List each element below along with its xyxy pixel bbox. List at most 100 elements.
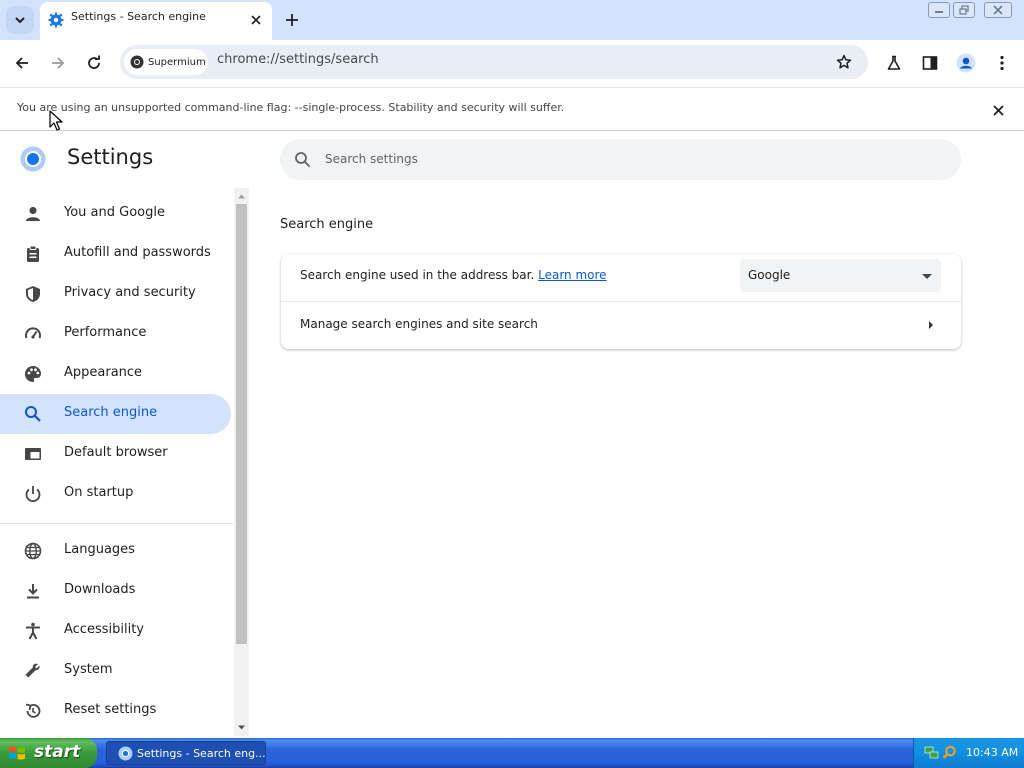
sidebar-item-system[interactable]: System — [0, 651, 231, 691]
start-label: start — [34, 742, 81, 762]
kebab-menu-icon — [1000, 55, 1004, 71]
minimize-button[interactable] — [928, 2, 950, 18]
sidebar-item-label: Performance — [64, 325, 147, 340]
sidebar-item-privacy[interactable]: Privacy and security — [0, 274, 231, 314]
mouse-cursor-icon — [49, 110, 63, 131]
plus-icon — [286, 14, 298, 26]
person-icon — [26, 206, 40, 221]
sidebar-item-label: Downloads — [64, 582, 136, 597]
new-tab-button[interactable] — [280, 8, 304, 32]
side-panel-button[interactable] — [918, 51, 942, 75]
search-engine-value: Google — [748, 268, 791, 282]
tab-close-button[interactable] — [247, 11, 265, 29]
power-icon — [25, 486, 41, 503]
flask-icon — [887, 55, 901, 70]
browser-toolbar: Supermium chrome://settings/search — [0, 40, 1024, 86]
sidebar-item-default-browser[interactable]: Default browser — [0, 434, 231, 474]
search-engine-description: Search engine used in the address bar. — [300, 268, 535, 282]
profile-button[interactable] — [954, 51, 978, 75]
avatar-icon — [956, 53, 976, 73]
labs-button[interactable] — [882, 51, 906, 75]
back-button[interactable] — [10, 51, 34, 75]
shield-icon — [26, 286, 40, 302]
section-title: Search engine — [280, 217, 374, 232]
infobar-message: You are using an unsupported command-lin… — [17, 101, 565, 114]
network-icon[interactable] — [924, 745, 939, 760]
accessibility-icon — [26, 622, 40, 640]
sidebar-scrollbar[interactable] — [234, 188, 249, 736]
sidebar-item-label: Appearance — [64, 365, 143, 380]
sidebar-item-label: On startup — [64, 485, 134, 500]
sidebar-item-reset-settings[interactable]: Reset settings — [0, 691, 231, 731]
close-icon — [251, 15, 261, 25]
url-text[interactable]: chrome://settings/search — [217, 52, 379, 67]
reload-button[interactable] — [82, 51, 106, 75]
search-engine-select[interactable]: Google — [740, 259, 941, 292]
globe-icon — [24, 542, 42, 560]
sidebar-item-autofill[interactable]: Autofill and passwords — [0, 234, 231, 274]
sidebar-item-languages[interactable]: Languages — [0, 531, 231, 571]
start-button[interactable]: start — [0, 738, 97, 768]
tab-search-button[interactable] — [6, 6, 34, 34]
sidebar-item-search-engine[interactable]: Search engine — [0, 394, 231, 434]
tab-settings[interactable]: Settings - Search engine — [40, 2, 272, 40]
search-icon[interactable] — [942, 745, 957, 760]
sidebar-item-appearance[interactable]: Appearance — [0, 354, 231, 394]
wrench-icon — [25, 663, 40, 678]
download-icon — [27, 584, 39, 599]
taskbar-item-label: Settings - Search eng... — [137, 747, 266, 760]
sidebar-item-label: Reset settings — [64, 702, 157, 717]
side-panel-icon — [922, 56, 938, 70]
sidebar-item-label: You and Google — [64, 205, 165, 220]
restore-button[interactable] — [953, 2, 975, 18]
speedometer-icon — [25, 327, 41, 339]
forward-button[interactable] — [46, 51, 70, 75]
sidebar-item-accessibility[interactable]: Accessibility — [0, 611, 231, 651]
sidebar-item-on-startup[interactable]: On startup — [0, 474, 231, 514]
manage-search-engines-row[interactable]: Manage search engines and site search — [281, 302, 961, 349]
search-icon — [25, 406, 41, 422]
scroll-up-arrow-icon[interactable] — [237, 192, 246, 201]
learn-more-link[interactable]: Learn more — [538, 268, 606, 282]
chromium-logo-icon — [130, 55, 144, 69]
sidebar-item-performance[interactable]: Performance — [0, 314, 231, 354]
chevron-down-icon — [15, 17, 25, 24]
search-engine-row-label: Search engine used in the address bar. L… — [300, 268, 607, 282]
sidebar-item-you-and-google[interactable]: You and Google — [0, 194, 231, 234]
sidebar-item-label: Autofill and passwords — [64, 245, 211, 260]
arrow-right-icon — [52, 57, 65, 69]
manage-search-engines-label: Manage search engines and site search — [300, 317, 538, 331]
window-close-button[interactable] — [984, 2, 1012, 18]
address-bar[interactable]: Supermium chrome://settings/search — [120, 45, 868, 79]
settings-search[interactable] — [280, 139, 961, 180]
search-engine-card: Search engine used in the address bar. L… — [281, 254, 961, 349]
minimize-icon — [935, 11, 943, 13]
close-icon — [992, 104, 1004, 116]
windows-logo-icon — [9, 746, 25, 760]
chromium-logo-icon — [118, 746, 133, 761]
menu-button[interactable] — [990, 51, 1014, 75]
infobar-close-button[interactable] — [988, 100, 1008, 120]
sidebar-divider — [0, 523, 233, 524]
close-icon — [993, 5, 1003, 15]
site-info-chip[interactable]: Supermium — [124, 49, 208, 75]
sidebar-item-label: Privacy and security — [64, 285, 196, 300]
clipboard-icon — [27, 245, 39, 262]
scroll-down-arrow-icon[interactable] — [237, 723, 246, 732]
taskbar: start Settings - Search eng... 10:43 AM — [0, 738, 1024, 768]
page-title: Settings — [67, 145, 154, 169]
sidebar-item-label: Accessibility — [64, 622, 144, 637]
clock: 10:43 AM — [966, 746, 1019, 759]
search-input[interactable] — [325, 149, 925, 169]
scrollbar-thumb[interactable] — [236, 204, 247, 644]
palette-icon — [25, 366, 41, 382]
caret-down-icon — [922, 274, 932, 279]
restore-icon — [959, 5, 969, 15]
bookmark-button[interactable] — [832, 50, 856, 74]
chromium-logo-icon — [20, 146, 46, 172]
taskbar-item-settings[interactable]: Settings - Search eng... — [106, 741, 266, 765]
reset-icon — [25, 703, 41, 718]
arrow-left-icon — [15, 57, 28, 69]
gear-icon — [48, 12, 64, 28]
sidebar-item-downloads[interactable]: Downloads — [0, 571, 231, 611]
